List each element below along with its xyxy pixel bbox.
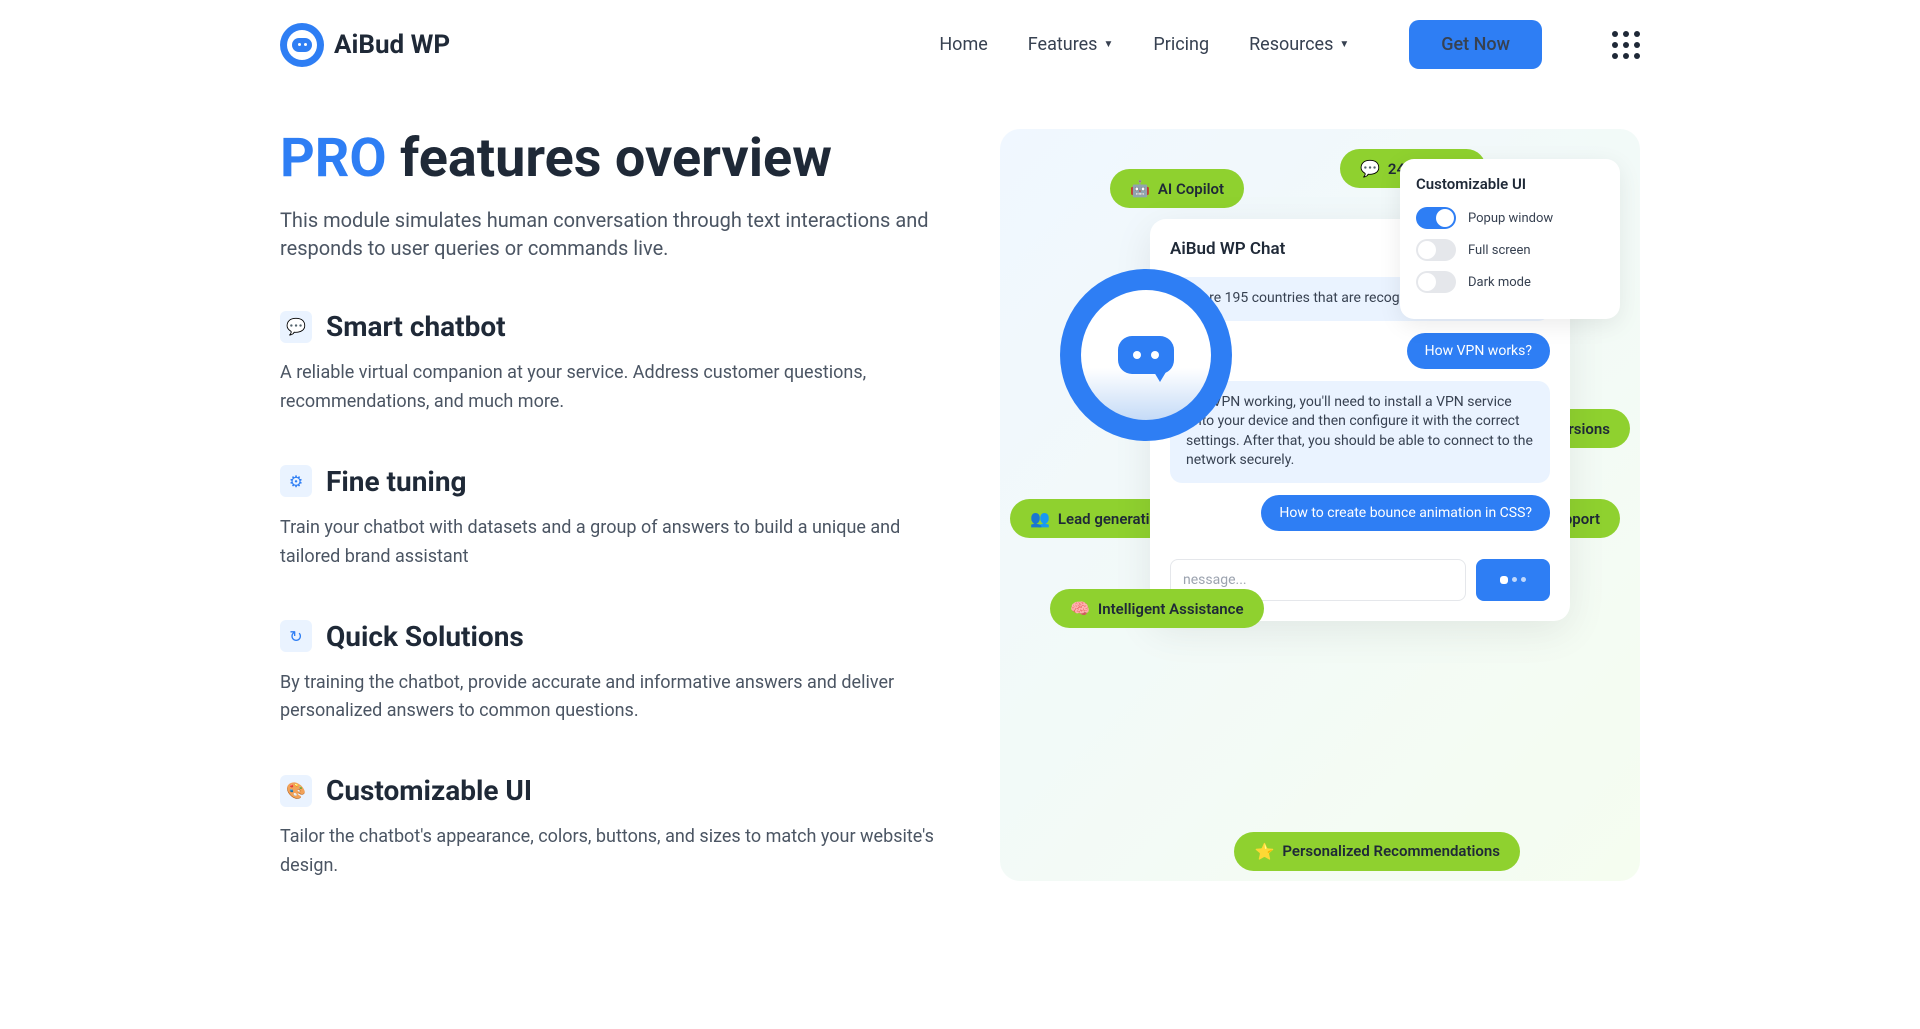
chip-label: Personalized Recommendations <box>1282 842 1500 860</box>
users-icon: 👥 <box>1030 509 1050 528</box>
logo-icon <box>280 23 324 67</box>
customizable-ui-panel: Customizable UI Popup window Full screen… <box>1400 159 1620 319</box>
nav-pricing[interactable]: Pricing <box>1153 34 1209 55</box>
feature-desc: A reliable virtual companion at your ser… <box>280 359 940 417</box>
nav: Home Features ▼ Pricing Resources ▼ Get No… <box>939 20 1640 69</box>
feature-fine-tuning: ⚙ Fine tuning Train your chatbot with da… <box>280 465 940 572</box>
brain-icon: 🧠 <box>1070 599 1090 618</box>
header: AiBud WP Home Features ▼ Pricing Resource… <box>280 0 1640 89</box>
chip-label: Intelligent Assistance <box>1098 600 1244 618</box>
nav-features-label: Features <box>1028 34 1098 55</box>
feature-desc: Train your chatbot with datasets and a g… <box>280 514 940 572</box>
chip-personalized: ⭐ Personalized Recommendations <box>1234 832 1520 871</box>
feature-desc: By training the chatbot, provide accurat… <box>280 669 940 727</box>
chip-intelligent-assistance: 🧠 Intelligent Assistance <box>1050 589 1264 628</box>
apps-grid-icon[interactable] <box>1612 31 1640 59</box>
panel-title: Customizable UI <box>1416 175 1604 193</box>
logo-text: AiBud WP <box>334 30 450 60</box>
feature-desc: Tailor the chatbot's appearance, colors,… <box>280 823 940 881</box>
toggle-row-popup: Popup window <box>1416 207 1604 229</box>
page-title: PRO features overview <box>280 129 940 188</box>
feature-quick-solutions: ↻ Quick Solutions By training the chatbo… <box>280 620 940 727</box>
feature-customizable-ui: 🎨 Customizable UI Tailor the chatbot's a… <box>280 774 940 881</box>
get-now-button[interactable]: Get Now <box>1409 20 1542 69</box>
star-icon: ⭐ <box>1254 842 1274 861</box>
toggle-label: Popup window <box>1468 211 1553 226</box>
feature-title: Fine tuning <box>326 465 467 498</box>
refresh-icon: ↻ <box>280 620 312 652</box>
page-subtitle: This module simulates human conversation… <box>280 206 940 262</box>
chat-message-user: How VPN works? <box>1407 333 1550 369</box>
feature-title: Customizable UI <box>326 774 532 807</box>
chat-message-ai: et a VPN working, you'll need to install… <box>1170 381 1550 483</box>
nav-resources-label: Resources <box>1249 34 1333 55</box>
feature-title: Smart chatbot <box>326 310 506 343</box>
toggle-row-fullscreen: Full screen <box>1416 239 1604 261</box>
toggle-popup-window[interactable] <box>1416 207 1456 229</box>
title-rest: features overview <box>387 127 832 190</box>
sliders-icon: ⚙ <box>280 465 312 497</box>
logo[interactable]: AiBud WP <box>280 23 450 67</box>
toggle-dark-mode[interactable] <box>1416 271 1456 293</box>
palette-icon: 🎨 <box>280 775 312 807</box>
chat-icon: 💬 <box>1360 159 1380 178</box>
toggle-row-darkmode: Dark mode <box>1416 271 1604 293</box>
bot-avatar <box>1060 269 1232 441</box>
feature-title: Quick Solutions <box>326 620 524 653</box>
right-column: 🤖AI Copilot 💬24/7 Online 👥Lead generatio… <box>1000 129 1640 881</box>
robot-icon: 🤖 <box>1130 179 1150 198</box>
chip-label: AI Copilot <box>1158 180 1224 198</box>
chevron-down-icon: ▼ <box>1339 39 1349 50</box>
title-pro: PRO <box>280 127 387 190</box>
send-button[interactable] <box>1476 559 1550 601</box>
chip-ai-copilot: 🤖 AI Copilot <box>1110 169 1244 208</box>
chat-icon: 💬 <box>280 311 312 343</box>
chevron-down-icon: ▼ <box>1103 39 1113 50</box>
toggle-label: Dark mode <box>1468 275 1531 290</box>
nav-resources[interactable]: Resources ▼ <box>1249 34 1349 55</box>
left-column: PRO features overview This module simula… <box>280 129 940 881</box>
toggle-full-screen[interactable] <box>1416 239 1456 261</box>
nav-home[interactable]: Home <box>939 34 987 55</box>
toggle-label: Full screen <box>1468 243 1531 258</box>
chat-message-user: How to create bounce animation in CSS? <box>1261 495 1550 531</box>
main: PRO features overview This module simula… <box>280 89 1640 881</box>
feature-smart-chatbot: 💬 Smart chatbot A reliable virtual compa… <box>280 310 940 417</box>
nav-features[interactable]: Features ▼ <box>1028 34 1114 55</box>
